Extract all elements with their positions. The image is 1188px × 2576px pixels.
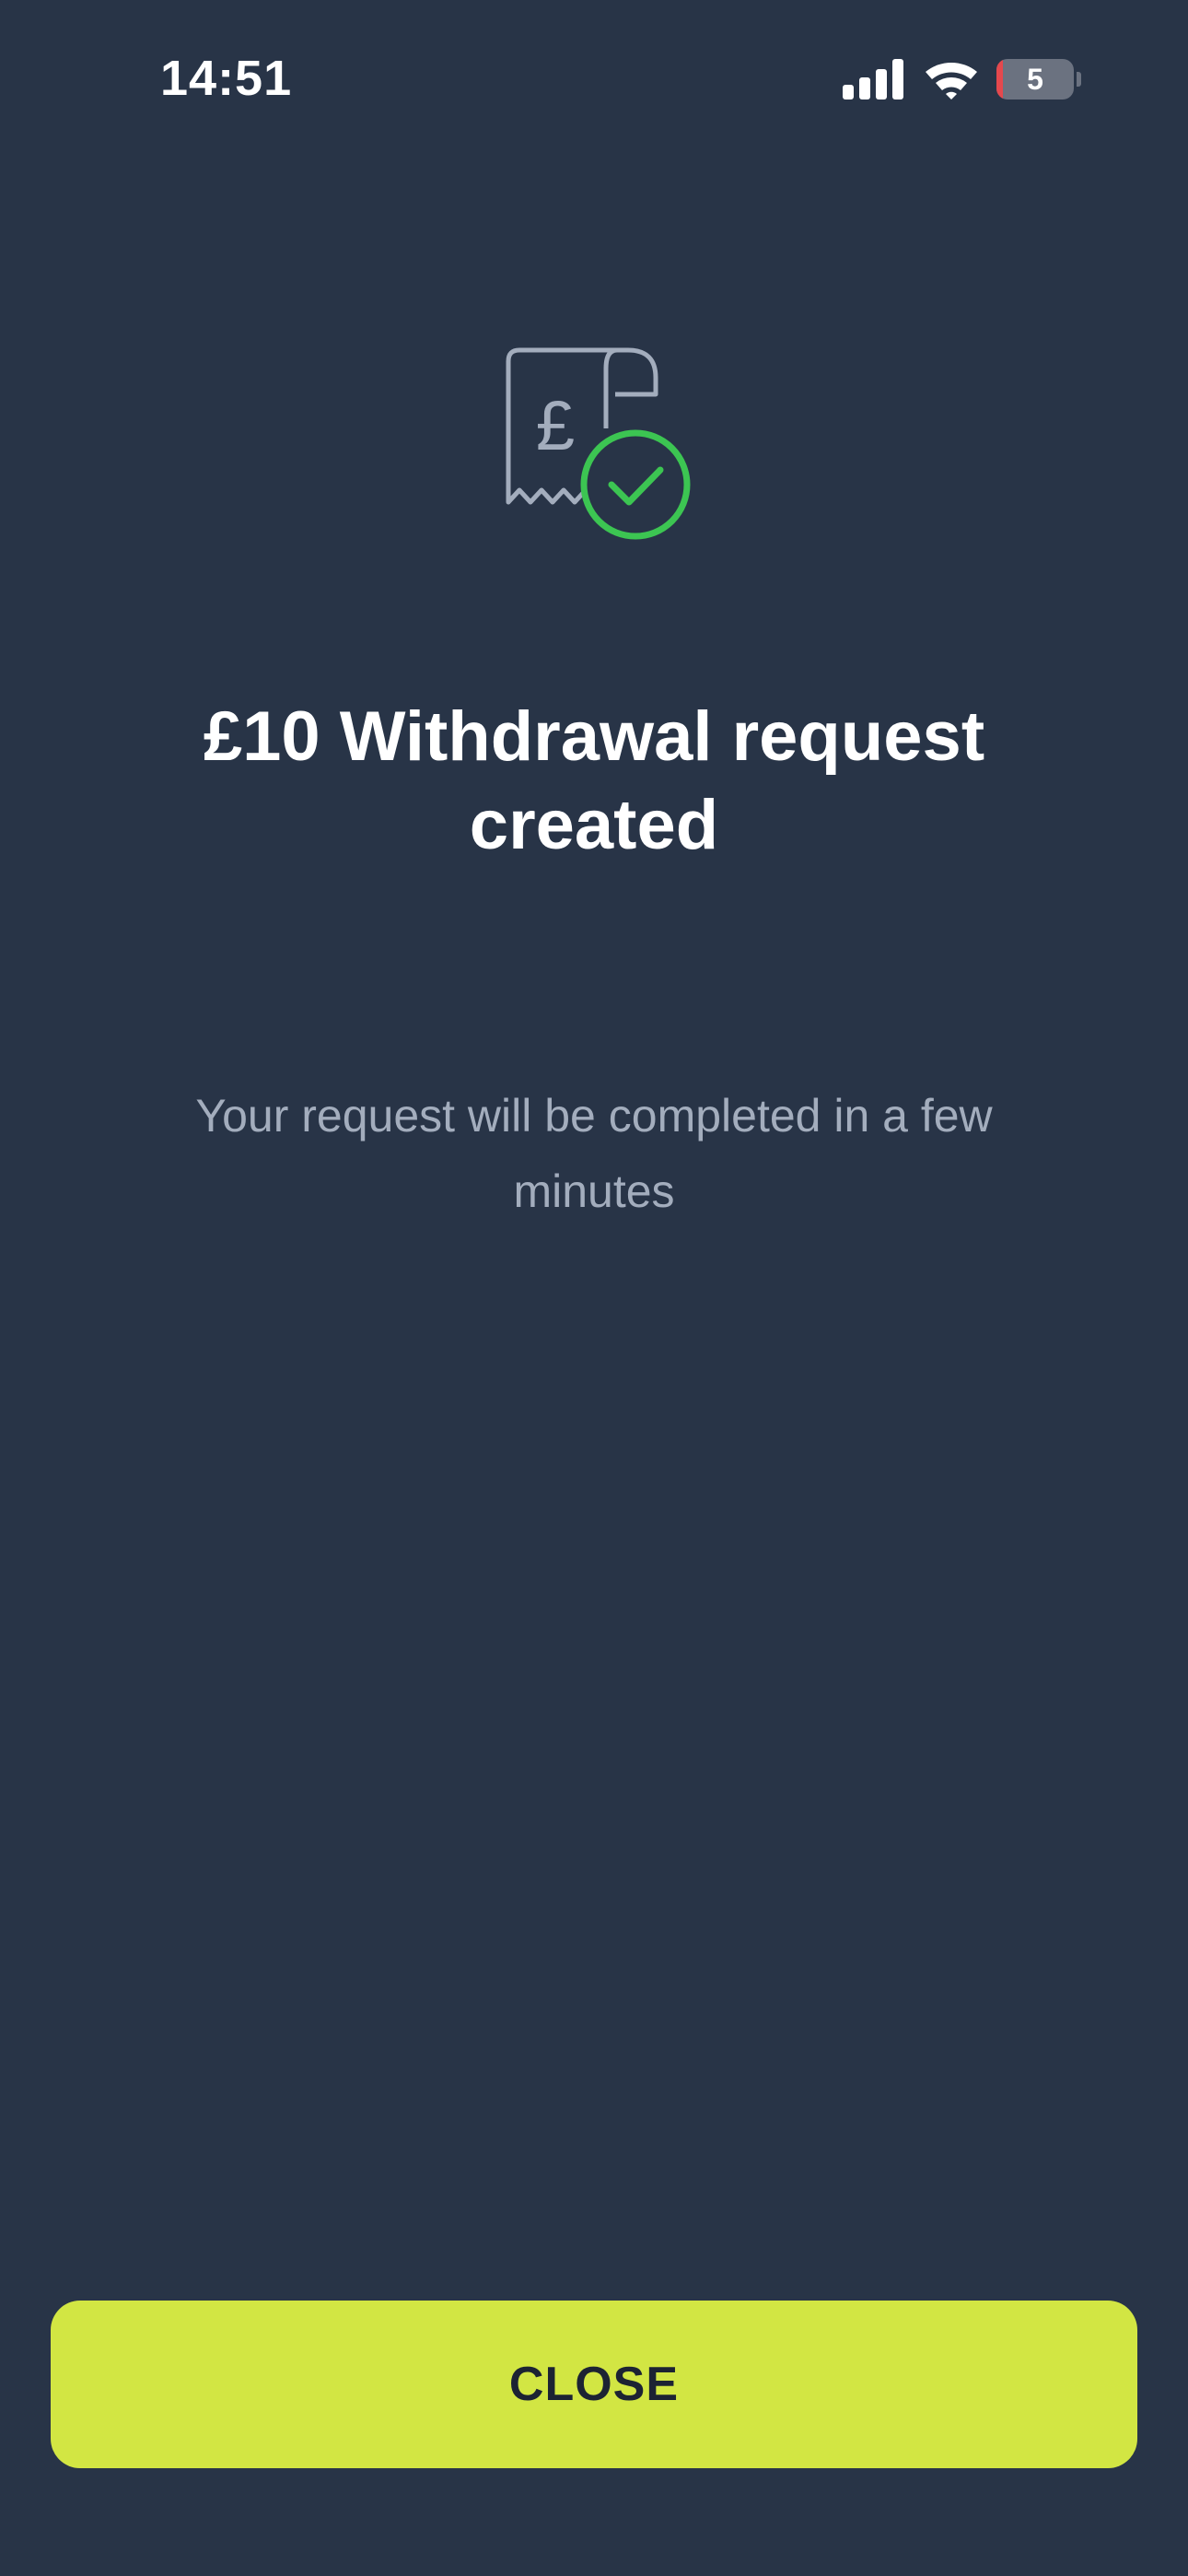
receipt-pound-check-icon: £ [506,347,691,540]
battery-icon: 5 [996,59,1081,100]
battery-level: 5 [1027,63,1043,96]
pound-sign: £ [536,387,575,465]
cellular-signal-icon [843,59,903,100]
status-bar: 14:51 5 [0,0,1188,157]
status-message: Your request will be completed in a few … [195,1090,993,1217]
status-time: 14:51 [160,51,293,106]
wifi-icon [926,62,977,100]
page-title: £10 Withdrawal request created [203,697,985,864]
close-button[interactable]: CLOSE [51,2301,1137,2468]
